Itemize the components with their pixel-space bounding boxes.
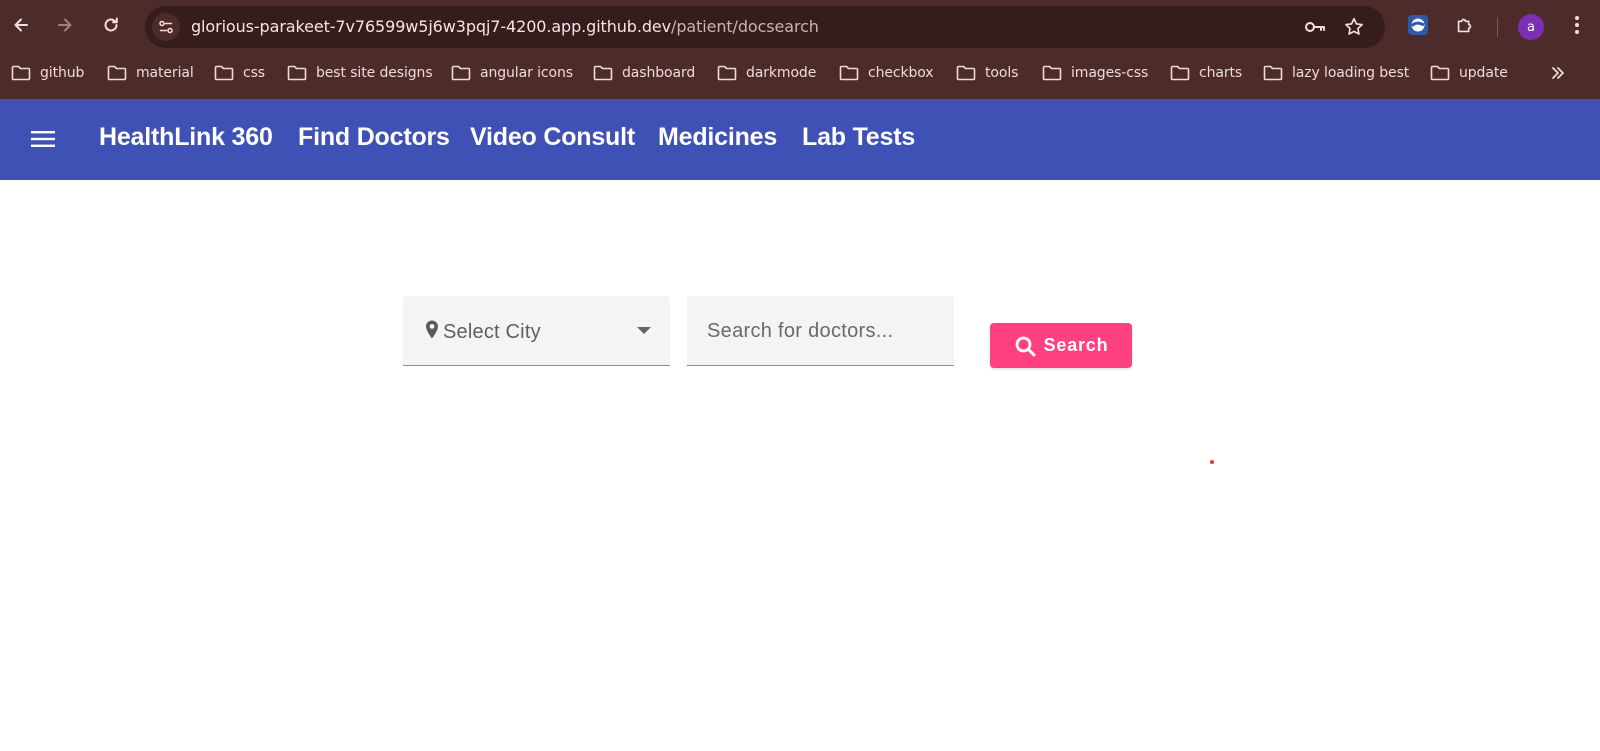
- toolbar-divider: [1497, 17, 1498, 37]
- bookmark-label: tools: [985, 65, 1019, 81]
- folder-icon: [451, 65, 471, 81]
- folder-icon: [11, 65, 31, 81]
- bookmark-folder-angular-icons[interactable]: angular icons: [451, 56, 573, 90]
- bookmark-folder-github[interactable]: github: [11, 56, 84, 90]
- extensions-puzzle-icon: [1457, 18, 1472, 33]
- folder-icon: [593, 65, 613, 81]
- folder-icon: [1430, 65, 1450, 81]
- folder-icon: [956, 65, 976, 81]
- address-bar[interactable]: glorious-parakeet-7v76599w5j6w3pqj7-4200…: [145, 6, 1385, 48]
- password-button[interactable]: [1301, 13, 1329, 41]
- doctor-search-input[interactable]: [707, 314, 937, 348]
- profile-avatar[interactable]: a: [1518, 14, 1544, 40]
- bookmark-folder-tools[interactable]: tools: [956, 56, 1018, 90]
- app-header: HealthLink 360 Find Doctors Video Consul…: [0, 99, 1600, 180]
- folder-icon: [1263, 65, 1283, 81]
- bookmark-folder-css[interactable]: css: [214, 56, 265, 90]
- folder-icon: [107, 65, 127, 81]
- back-button[interactable]: [5, 9, 37, 41]
- more-menu-icon: [1575, 16, 1579, 34]
- url-host: glorious-parakeet-7v76599w5j6w3pqj7-4200…: [191, 17, 672, 36]
- site-info-icon: [159, 20, 173, 34]
- folder-icon: [1042, 65, 1062, 81]
- url-text[interactable]: glorious-parakeet-7v76599w5j6w3pqj7-4200…: [191, 17, 819, 36]
- browser-toolbar: glorious-parakeet-7v76599w5j6w3pqj7-4200…: [0, 0, 1600, 54]
- search-button-label: Search: [1043, 335, 1109, 355]
- folder-icon: [214, 65, 234, 81]
- bookmarks-bar: github material css best site designs an…: [0, 56, 1600, 90]
- extension-app-button[interactable]: [1402, 9, 1434, 41]
- bookmark-button[interactable]: [1340, 13, 1368, 41]
- cursor-dot: [1210, 460, 1214, 464]
- bookmark-label: darkmode: [746, 65, 817, 81]
- brand-title[interactable]: HealthLink 360: [99, 123, 273, 152]
- folder-icon: [287, 65, 307, 81]
- bookmark-label: css: [243, 65, 265, 81]
- forward-arrow-icon: [58, 18, 72, 32]
- nav-video-consult[interactable]: Video Consult: [470, 123, 635, 152]
- password-key-icon: [1305, 22, 1325, 32]
- bookmark-label: charts: [1199, 65, 1243, 81]
- site-info-button[interactable]: [152, 13, 180, 41]
- city-select-placeholder: Select City: [443, 321, 541, 343]
- nav-find-doctors[interactable]: Find Doctors: [298, 123, 450, 152]
- extensions-button[interactable]: [1449, 9, 1481, 41]
- back-arrow-icon: [14, 18, 28, 32]
- menu-button[interactable]: [26, 122, 60, 156]
- folder-icon: [1170, 65, 1190, 81]
- bookmark-label: dashboard: [622, 65, 696, 81]
- bookmark-folder-material[interactable]: material: [107, 56, 194, 90]
- bookmark-label: best site designs: [316, 65, 433, 81]
- bookmark-folder-charts[interactable]: charts: [1170, 56, 1242, 90]
- bookmark-label: material: [136, 65, 194, 81]
- bookmark-folder-checkbox[interactable]: checkbox: [839, 56, 934, 90]
- forward-button[interactable]: [49, 9, 81, 41]
- bookmark-folder-update[interactable]: update: [1430, 56, 1508, 90]
- folder-icon: [717, 65, 737, 81]
- dropdown-arrow-icon: [637, 327, 651, 334]
- city-select[interactable]: Select City: [403, 296, 670, 366]
- bookmark-label: images-css: [1071, 65, 1149, 81]
- search-button[interactable]: Search: [990, 323, 1132, 368]
- bookmark-label: update: [1459, 65, 1508, 81]
- browser-menu-button[interactable]: [1561, 9, 1593, 41]
- bookmark-label: github: [40, 65, 85, 81]
- bookmark-label: angular icons: [480, 65, 573, 81]
- reload-button[interactable]: [95, 9, 127, 41]
- browser-chrome: glorious-parakeet-7v76599w5j6w3pqj7-4200…: [0, 0, 1600, 99]
- bookmark-folder-best-site-designs[interactable]: best site designs: [287, 56, 433, 90]
- reload-icon: [104, 17, 118, 32]
- nav-medicines[interactable]: Medicines: [658, 123, 777, 152]
- nav-lab-tests[interactable]: Lab Tests: [802, 123, 915, 152]
- bookmark-folder-dashboard[interactable]: dashboard: [593, 56, 695, 90]
- bookmark-folder-lazy-loading-best[interactable]: lazy loading best: [1263, 56, 1409, 90]
- bookmarks-overflow-icon: [1552, 67, 1564, 79]
- url-path: /patient/docsearch: [671, 17, 819, 36]
- hamburger-menu-icon: [31, 131, 55, 147]
- extension-app-icon: [1408, 15, 1428, 35]
- doctor-search-field[interactable]: [687, 296, 954, 366]
- folder-icon: [839, 65, 859, 81]
- search-icon: [1015, 336, 1036, 356]
- bookmark-folder-darkmode[interactable]: darkmode: [717, 56, 816, 90]
- bookmark-label: lazy loading best: [1292, 65, 1410, 81]
- location-pin-icon: [426, 320, 438, 339]
- bookmark-label: checkbox: [868, 65, 934, 81]
- bookmark-folder-images-css[interactable]: images-css: [1042, 56, 1148, 90]
- bookmark-star-icon: [1345, 17, 1363, 35]
- bookmarks-overflow-button[interactable]: [1550, 56, 1566, 90]
